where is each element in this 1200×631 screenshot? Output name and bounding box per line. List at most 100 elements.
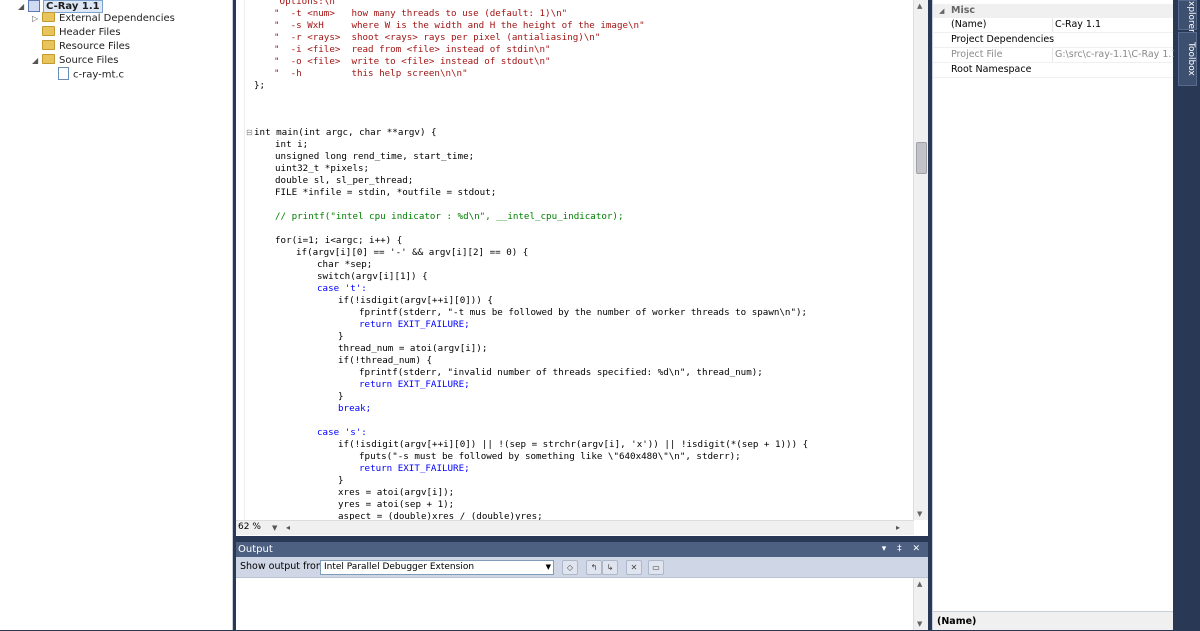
tree-item-source-files[interactable]: ◢ Source Files — [32, 54, 118, 68]
scroll-left-arrow-icon[interactable]: ◂ — [286, 523, 290, 532]
code-line: fprintf(stderr, "-t mus be followed by t… — [359, 307, 808, 318]
code-line: thread_num = atoi(argv[i]); — [338, 343, 488, 354]
property-row-root-namespace[interactable]: Root Namespace — [933, 63, 1173, 78]
tree-item-c-ray-mt-c[interactable]: c-ray-mt.c — [58, 67, 124, 82]
code-line: if(!thread_num) { — [338, 355, 433, 366]
output-toolbar: Show output from: Intel Parallel Debugge… — [236, 557, 928, 578]
property-name: (Name) — [951, 19, 987, 30]
property-value[interactable]: G:\src\c-ray-1.1\C-Ray 1.1.vcxp — [1052, 48, 1175, 62]
c-file-icon — [58, 67, 69, 80]
code-line: return EXIT_FAILURE; — [359, 379, 470, 390]
output-title: Output — [238, 544, 273, 555]
fold-marker-icon[interactable]: ⊟ — [246, 128, 253, 137]
tab-solution-explorer[interactable]: xplorer — [1178, 0, 1197, 33]
find-message-button[interactable]: ◇ — [562, 560, 578, 575]
tree-item-label: External Dependencies — [59, 13, 175, 24]
code-line: unsigned long rend_time, start_time; — [275, 151, 475, 162]
collapse-arrow-icon[interactable]: ◢ — [18, 0, 28, 14]
panel-window-buttons[interactable]: ▾ ‡ ✕ — [882, 542, 924, 557]
code-editor[interactable]: "Options:\n" " -t <num> how many threads… — [236, 0, 928, 536]
zoom-dropdown-icon[interactable]: ▼ — [272, 524, 277, 532]
properties-panel: ◢ Misc (Name) C-Ray 1.1 Project Dependen… — [932, 0, 1175, 630]
tree-item-resource-files[interactable]: Resource Files — [32, 40, 130, 54]
output-panel: Output ▾ ‡ ✕ Show output from: Intel Par… — [236, 542, 928, 630]
output-vertical-scrollbar[interactable]: ▲ ▼ — [913, 578, 928, 630]
output-title-bar[interactable]: Output ▾ ‡ ✕ — [236, 542, 928, 557]
code-line: FILE *infile = stdin, *outfile = stdout; — [275, 187, 497, 198]
code-line: char *sep; — [317, 259, 373, 270]
code-line: if(argv[i][0] == '-' && argv[i][2] == 0)… — [296, 247, 529, 258]
clear-all-button[interactable]: ✕ — [626, 560, 642, 575]
code-line: break; — [338, 403, 372, 414]
collapse-arrow-icon[interactable]: ◢ — [939, 4, 944, 18]
code-line: } — [338, 475, 344, 486]
solution-explorer: ◢ C-Ray 1.1 ▷ External Dependencies Header… — [0, 0, 233, 630]
code-line: xres = atoi(argv[i]); — [338, 487, 455, 498]
collapse-arrow-icon[interactable]: ◢ — [32, 54, 42, 68]
code-line: " -h this help screen\n\n" — [274, 68, 468, 79]
scroll-down-arrow-icon[interactable]: ▼ — [917, 620, 922, 628]
property-value[interactable]: C-Ray 1.1 — [1052, 18, 1175, 32]
output-source-value: Intel Parallel Debugger Extension — [324, 562, 475, 572]
code-line: } — [338, 331, 344, 342]
code-line: yres = atoi(sep + 1); — [338, 499, 455, 510]
output-source-select[interactable]: Intel Parallel Debugger Extension ▼ — [320, 560, 554, 575]
code-line: " -o <file> write to <file> instead of s… — [274, 56, 551, 67]
project-icon — [28, 0, 40, 12]
scroll-right-arrow-icon[interactable]: ▸ — [896, 523, 900, 532]
expand-arrow-icon[interactable]: ▷ — [32, 12, 42, 26]
code-line: if(!isdigit(argv[++i][0]) || !(sep = str… — [338, 439, 809, 450]
folder-icon — [42, 26, 55, 36]
property-row-project-file[interactable]: Project File G:\src\c-ray-1.1\C-Ray 1.1.… — [933, 48, 1175, 63]
editor-vertical-scrollbar[interactable]: ▲ ▼ — [913, 0, 928, 520]
code-line: fprintf(stderr, "invalid number of threa… — [359, 367, 763, 378]
open-folder-icon — [42, 54, 55, 64]
code-line: " -r <rays> shoot <rays> rays per pixel … — [274, 32, 601, 43]
code-line: double sl, sl_per_thread; — [275, 175, 414, 186]
code-line: if(!isdigit(argv[++i][0])) { — [338, 295, 493, 306]
code-line: fputs("-s must be followed by something … — [359, 451, 741, 462]
scroll-down-arrow-icon[interactable]: ▼ — [917, 510, 922, 518]
previous-message-button[interactable]: ↰ — [586, 560, 602, 575]
property-category-misc[interactable]: ◢ Misc — [933, 4, 1173, 18]
code-line: uint32_t *pixels; — [275, 163, 370, 174]
code-line: int i; — [275, 139, 309, 150]
code-line: switch(argv[i][1]) { — [317, 271, 428, 282]
code-line: for(i=1; i<argc; i++) { — [275, 235, 403, 246]
scroll-up-arrow-icon[interactable]: ▲ — [917, 2, 922, 10]
show-output-label: Show output from: — [240, 561, 329, 572]
code-line: " -t <num> how many threads to use (defa… — [274, 8, 568, 19]
code-line: case 's': — [317, 427, 367, 438]
tree-item-header-files[interactable]: Header Files — [32, 26, 121, 40]
side-tab-strip: xplorer Toolbox — [1174, 0, 1200, 630]
code-area[interactable]: "Options:\n" " -t <num> how many threads… — [236, 0, 914, 520]
scrollbar-thumb[interactable] — [916, 142, 927, 174]
dropdown-arrow-icon[interactable]: ▼ — [546, 561, 551, 574]
tree-item-external-dependencies[interactable]: ▷ External Dependencies — [32, 12, 175, 26]
property-row-project-dependencies[interactable]: Project Dependencies — [933, 33, 1173, 48]
code-line: return EXIT_FAILURE; — [359, 463, 470, 474]
code-line: return EXIT_FAILURE; — [359, 319, 470, 330]
code-line: int main(int argc, char **argv) { — [254, 127, 437, 138]
next-message-button[interactable]: ↳ — [602, 560, 618, 575]
code-line: aspect = (double)xres / (double)yres; — [338, 511, 543, 520]
code-line: case 't': — [317, 283, 367, 294]
zoom-level[interactable]: 62 % — [238, 522, 261, 532]
code-line: } — [338, 391, 344, 402]
output-text-area[interactable] — [236, 578, 914, 630]
code-line: " -i <file> read from <file> instead of … — [274, 44, 551, 55]
property-name: Root Namespace — [951, 64, 1032, 75]
word-wrap-button[interactable]: ▭ — [648, 560, 664, 575]
folder-icon — [42, 40, 55, 50]
tree-item-label: Resource Files — [59, 41, 130, 52]
editor-margin — [236, 0, 245, 520]
property-row-name[interactable]: (Name) C-Ray 1.1 — [933, 18, 1173, 33]
tree-item-label: Header Files — [59, 27, 121, 38]
tab-toolbox[interactable]: Toolbox — [1178, 32, 1197, 86]
scroll-up-arrow-icon[interactable]: ▲ — [917, 580, 922, 588]
property-name: Project Dependencies — [951, 34, 1055, 45]
editor-horizontal-scrollbar[interactable]: 62 % ▼ ◂ ▸ — [236, 520, 914, 535]
code-line: " -s WxH where W is the width and H the … — [274, 20, 645, 31]
property-name: Project File — [951, 49, 1003, 60]
folder-icon — [42, 12, 55, 22]
